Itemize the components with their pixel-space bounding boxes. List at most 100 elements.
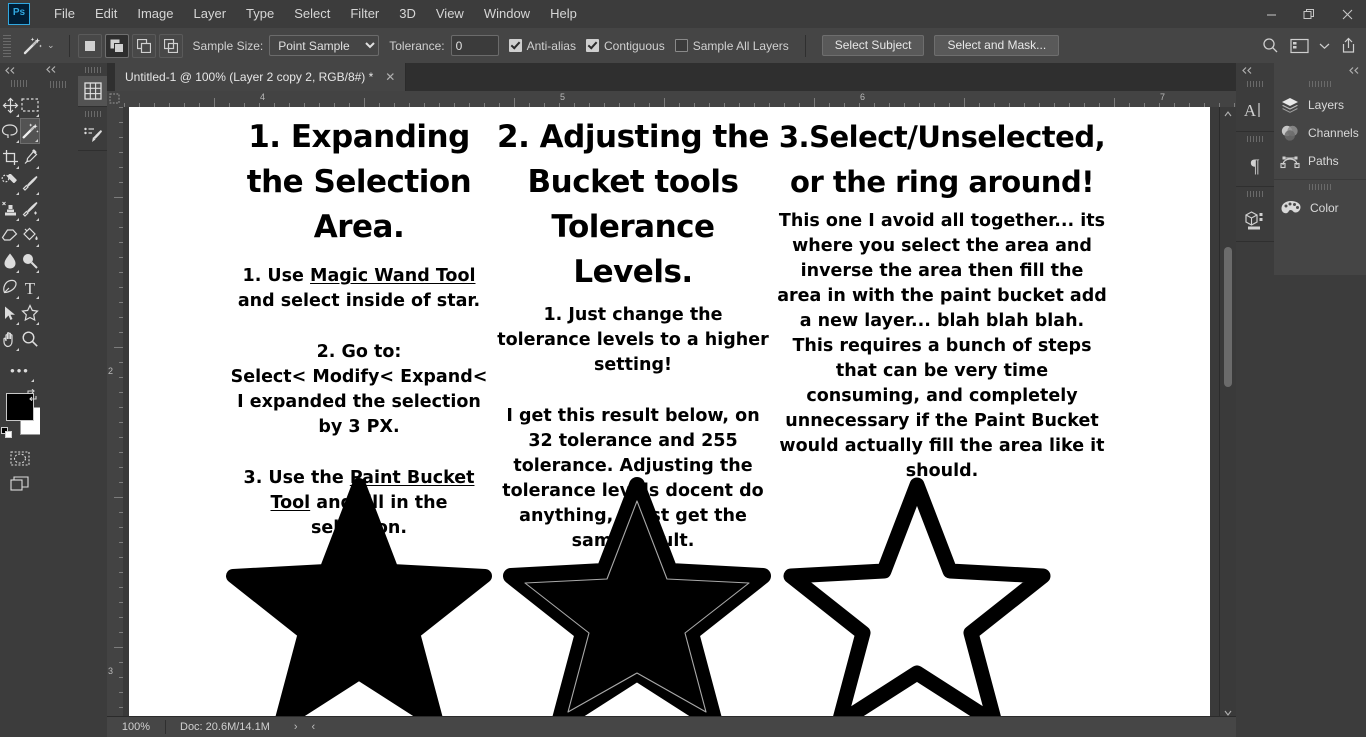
3d-panel-grip[interactable] [1247, 191, 1263, 197]
close-icon[interactable]: ✕ [385, 70, 395, 84]
histogram-panel-icon[interactable] [78, 76, 107, 106]
default-colors-icon[interactable] [1, 427, 13, 439]
color-group-grip[interactable] [1309, 184, 1331, 190]
menu-view[interactable]: View [426, 0, 474, 28]
quick-mask-button[interactable] [0, 445, 40, 471]
canvas-vertical-scroll-thumb[interactable] [1224, 247, 1232, 387]
left-icon-dock-grip[interactable] [84, 67, 101, 73]
menu-filter[interactable]: Filter [340, 0, 389, 28]
menu-file[interactable]: File [44, 0, 85, 28]
history-brush-tool[interactable] [20, 196, 40, 222]
add-to-selection-button[interactable] [104, 33, 129, 58]
move-tool[interactable] [0, 92, 20, 118]
sample-all-layers-checkbox-box [674, 39, 688, 52]
left-icon-dock [78, 63, 107, 737]
crop-tool[interactable] [0, 144, 20, 170]
divider [804, 34, 806, 57]
brush-settings-grip[interactable] [84, 111, 101, 117]
menu-layer[interactable]: Layer [184, 0, 237, 28]
intersect-with-selection-button[interactable] [158, 33, 183, 58]
menu-select[interactable]: Select [284, 0, 340, 28]
menu-type[interactable]: Type [236, 0, 284, 28]
brush-tool[interactable] [20, 170, 40, 196]
right-panel-collapse-button[interactable] [1274, 63, 1366, 77]
column-1-heading: 1. Expanding the Selection Area. [246, 119, 472, 245]
menu-image[interactable]: Image [127, 0, 183, 28]
lasso-tool[interactable] [0, 118, 20, 144]
star-filled-expanded[interactable] [219, 475, 499, 720]
eraser-tool[interactable] [0, 222, 20, 248]
path-selection-tool[interactable] [0, 300, 20, 326]
minimize-button[interactable] [1252, 0, 1290, 28]
spot-healing-brush-tool[interactable] [0, 170, 20, 196]
blur-tool[interactable] [0, 248, 20, 274]
zoom-tool[interactable] [20, 326, 40, 352]
menu-edit[interactable]: Edit [85, 0, 127, 28]
ruler-corner [107, 91, 123, 107]
menu-3d[interactable]: 3D [389, 0, 426, 28]
workspace-icon[interactable] [1288, 34, 1312, 58]
tools-panel-grip[interactable] [11, 80, 29, 87]
star-filled-with-inner-outline[interactable] [497, 475, 777, 720]
vertical-ruler[interactable]: 23 [107, 107, 124, 720]
channels-panel-item[interactable]: Channels [1274, 119, 1366, 147]
character-panel-grip[interactable] [1247, 81, 1263, 87]
close-button[interactable] [1328, 0, 1366, 28]
column-1-paragraph-1: 1. Use Magic Wand Tool and select inside… [229, 264, 489, 314]
paths-panel-item[interactable]: Paths [1274, 147, 1366, 175]
collapse-panels-button[interactable] [46, 65, 57, 74]
anti-alias-checkbox[interactable]: Anti-alias [508, 39, 576, 53]
search-icon[interactable] [1258, 34, 1282, 58]
chevron-down-icon[interactable] [1318, 34, 1330, 58]
dodge-tool[interactable] [20, 248, 40, 274]
star-outline-only[interactable] [777, 475, 1057, 720]
menu-window[interactable]: Window [474, 0, 540, 28]
color-panel-item[interactable]: Color [1274, 194, 1366, 222]
document-tab[interactable]: Untitled-1 @ 100% (Layer 2 copy 2, RGB/8… [115, 63, 407, 91]
new-selection-button[interactable] [77, 33, 102, 58]
contiguous-checkbox[interactable]: Contiguous [585, 39, 665, 53]
right-rail-collapse-button[interactable] [1236, 63, 1274, 77]
tools-panel-collapse-button[interactable] [0, 63, 40, 77]
paint-bucket-tool[interactable] [20, 222, 40, 248]
status-expand-icon[interactable]: › [294, 721, 298, 733]
share-icon[interactable] [1336, 34, 1360, 58]
layers-panel-label: Layers [1308, 98, 1345, 112]
left-dock-grip[interactable] [50, 81, 68, 88]
zoom-level[interactable]: 100% [107, 721, 165, 733]
clone-stamp-tool[interactable] [0, 196, 20, 222]
tolerance-input[interactable] [450, 35, 499, 56]
screen-mode-button[interactable] [0, 471, 40, 497]
layers-group-grip[interactable] [1309, 81, 1331, 87]
menu-help[interactable]: Help [540, 0, 587, 28]
3d-panel-icon[interactable] [1236, 199, 1274, 241]
eyedropper-tool[interactable] [20, 144, 40, 170]
status-collapse-icon[interactable]: ‹ [312, 721, 316, 733]
scroll-up-icon[interactable] [1220, 107, 1236, 121]
custom-shape-tool[interactable] [20, 300, 40, 326]
canvas-vertical-scrollbar[interactable] [1219, 107, 1236, 720]
layers-panel-item[interactable]: Layers [1274, 91, 1366, 119]
maximize-button[interactable] [1290, 0, 1328, 28]
select-and-mask-button[interactable]: Select and Mask... [934, 35, 1060, 56]
edit-toolbar-button[interactable]: ••• [0, 359, 40, 383]
canvas[interactable]: 1. Expanding the Selection Area. 1. Use … [129, 107, 1210, 720]
rectangular-marquee-tool[interactable] [20, 92, 40, 118]
tool-preset-picker[interactable]: ⌄ [15, 35, 61, 57]
paragraph-panel-grip[interactable] [1247, 136, 1263, 142]
horizontal-ruler[interactable]: 4 5 6 7 [107, 91, 1236, 108]
subtract-from-selection-button[interactable] [131, 33, 156, 58]
pen-tool[interactable] [0, 274, 20, 300]
swap-colors-icon[interactable] [26, 389, 38, 401]
magic-wand-tool[interactable] [20, 118, 40, 144]
hand-tool[interactable] [0, 326, 20, 352]
select-subject-button[interactable]: Select Subject [821, 35, 925, 56]
sample-size-select[interactable]: Point Sample [269, 35, 380, 56]
sample-all-layers-checkbox[interactable]: Sample All Layers [674, 39, 789, 53]
character-panel-icon[interactable]: A [1236, 89, 1274, 131]
type-tool[interactable]: T [20, 274, 40, 300]
options-bar-grip[interactable] [3, 34, 11, 57]
paragraph-panel-icon[interactable]: ¶ [1236, 144, 1274, 186]
canvas-star-row [129, 475, 1210, 720]
brush-settings-panel-icon[interactable] [78, 120, 107, 150]
